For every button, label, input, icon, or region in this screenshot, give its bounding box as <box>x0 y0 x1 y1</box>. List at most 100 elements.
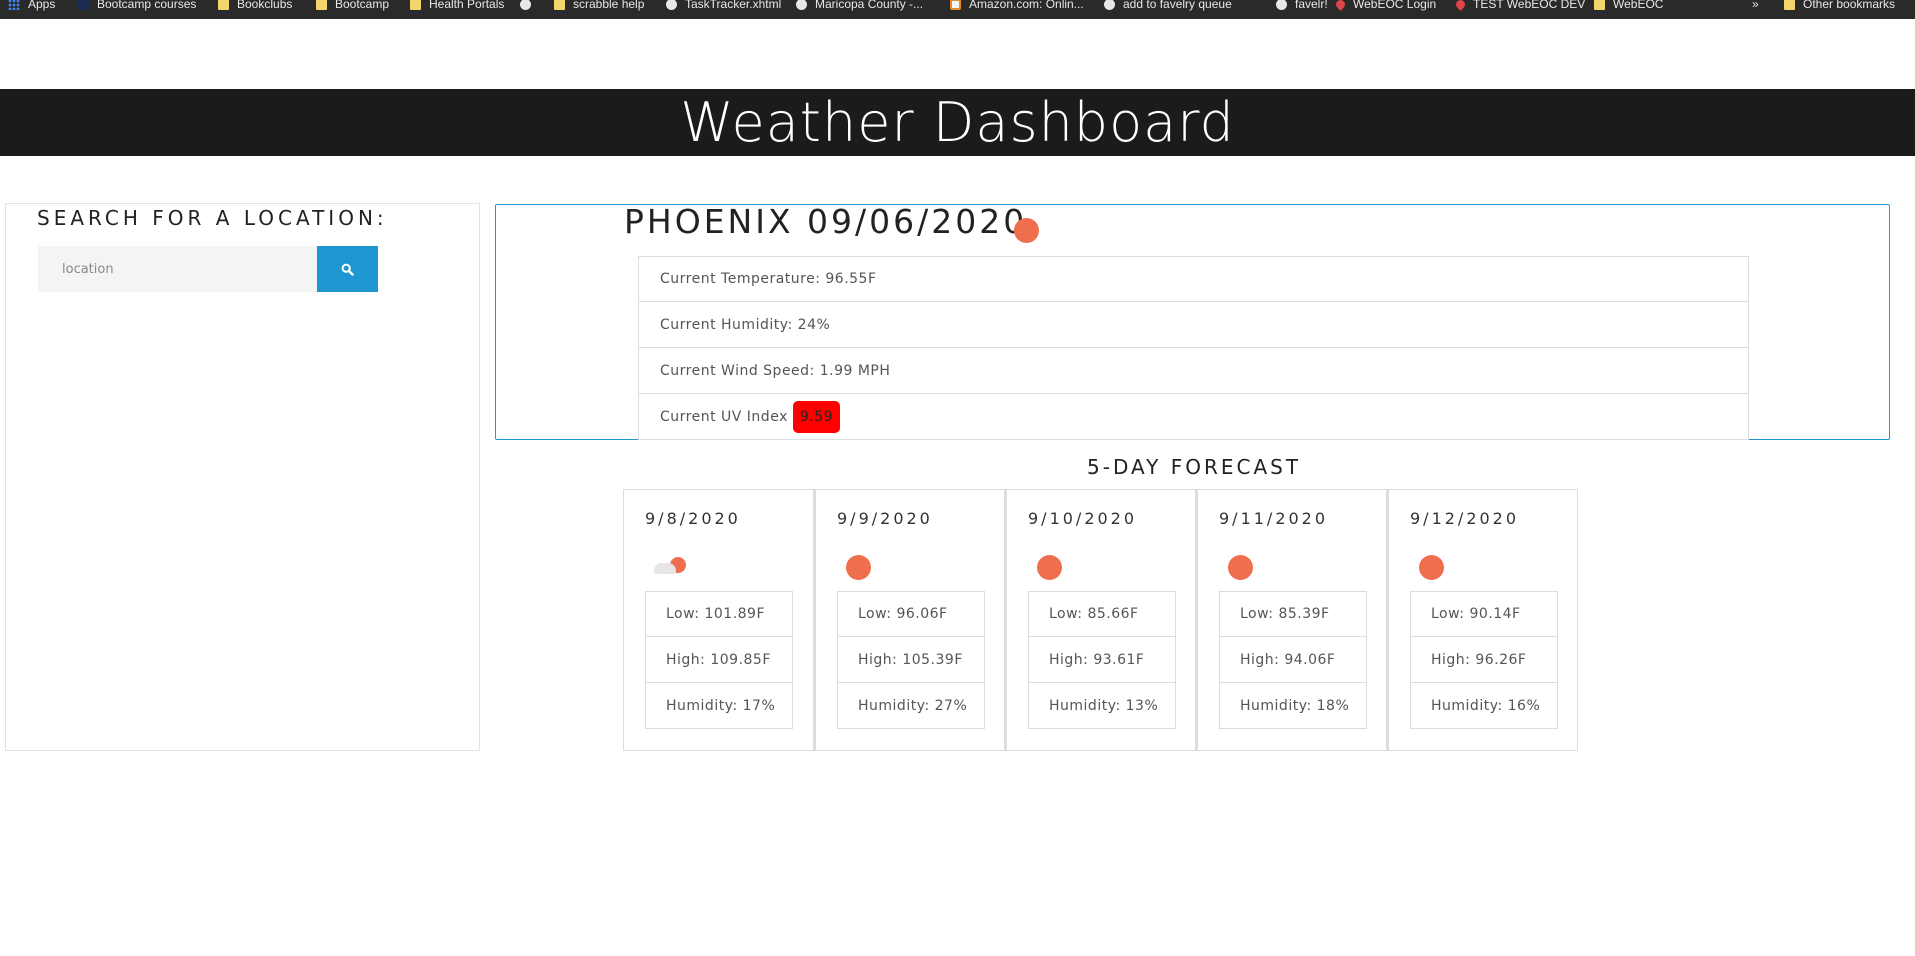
sun-icon <box>1419 555 1451 580</box>
bookmark-bookclubs[interactable]: Bookclubs <box>218 0 292 13</box>
forecast-card: 9/8/2020 Low: 101.89F High: 109.85F Humi… <box>623 489 814 751</box>
current-humidity-text: Current Humidity: 24% <box>660 316 831 333</box>
current-uv-index: Current UV Index 9.59 <box>638 394 1749 440</box>
current-wind-text: Current Wind Speed: 1.99 MPH <box>660 362 891 379</box>
current-temperature: Current Temperature: 96.55F <box>638 256 1749 302</box>
search-icon <box>341 263 354 276</box>
folder-icon <box>1784 0 1795 10</box>
page-header: Weather Dashboard <box>0 89 1915 156</box>
forecast-low: Low: 101.89F <box>645 591 793 637</box>
bookmark-label: Apps <box>28 0 56 11</box>
bookmark-label: WebEOC Login <box>1353 0 1437 11</box>
current-humidity: Current Humidity: 24% <box>638 302 1749 348</box>
folder-icon <box>410 0 421 10</box>
forecast-details: Low: 96.06F High: 105.39F Humidity: 27% <box>837 591 985 729</box>
forecast-card: 9/9/2020 Low: 96.06F High: 105.39F Humid… <box>814 489 1005 751</box>
bookmark-label: Bookclubs <box>237 0 293 11</box>
bookmark-label: favelr! <box>1295 0 1328 11</box>
bookmark-favelr[interactable]: favelr! <box>1276 0 1328 13</box>
forecast-card: 9/12/2020 Low: 90.14F High: 96.26F Humid… <box>1387 489 1578 751</box>
page-title: Weather Dashboard <box>680 91 1235 154</box>
bookmark-icon <box>78 0 89 10</box>
bookmark-scrabble-help[interactable]: scrabble help <box>554 0 644 13</box>
search-panel: SEARCH FOR A LOCATION: <box>5 203 480 751</box>
bookmark-label: scrabble help <box>573 0 645 11</box>
bookmark-tasktracker[interactable]: TaskTracker.xhtml <box>666 0 781 13</box>
forecast-date: 9/8/2020 <box>645 509 741 528</box>
forecast-humidity: Humidity: 17% <box>645 683 793 729</box>
bookmark-test-webeoc[interactable]: TEST WebEOC DEV <box>1454 0 1586 13</box>
forecast-card: 9/11/2020 Low: 85.39F High: 94.06F Humid… <box>1196 489 1387 751</box>
folder-icon <box>1594 0 1605 10</box>
search-heading: SEARCH FOR A LOCATION: <box>37 206 388 230</box>
bookmark-amazon[interactable]: Amazon.com: Onlin... <box>950 0 1084 13</box>
forecast-date: 9/10/2020 <box>1028 509 1138 528</box>
location-search-input[interactable] <box>38 246 317 292</box>
bookmark-maricopa[interactable]: Maricopa County -... <box>796 0 923 13</box>
globe-icon <box>1104 0 1115 10</box>
apps-grid-icon <box>8 0 20 10</box>
globe-icon <box>666 0 677 10</box>
bookmark-label: Amazon.com: Onlin... <box>969 0 1084 11</box>
forecast-high: High: 105.39F <box>837 637 985 683</box>
forecast-high: High: 94.06F <box>1219 637 1367 683</box>
bookmark-bootcamp-courses[interactable]: Bootcamp courses <box>78 0 196 13</box>
current-weather-panel: PHOENIX 09/06/2020 Current Temperature: … <box>495 202 1890 440</box>
forecast-high: High: 96.26F <box>1410 637 1558 683</box>
current-wind-speed: Current Wind Speed: 1.99 MPH <box>638 348 1749 394</box>
sun-icon <box>1037 555 1069 580</box>
sun-icon <box>846 555 878 580</box>
sun-icon <box>1014 218 1039 243</box>
forecast-card: 9/10/2020 Low: 85.66F High: 93.61F Humid… <box>1005 489 1196 751</box>
forecast-high: High: 109.85F <box>645 637 793 683</box>
forecast-low: Low: 90.14F <box>1410 591 1558 637</box>
bookmark-apps[interactable]: Apps <box>8 0 55 13</box>
forecast-humidity: Humidity: 27% <box>837 683 985 729</box>
bookmark-label: Bootcamp <box>335 0 390 11</box>
bookmarks-bar: Apps Bootcamp courses Bookclubs Bootcamp… <box>0 0 1915 19</box>
bookmark-health-portals[interactable]: Health Portals <box>410 0 504 13</box>
uv-label: Current UV Index <box>660 408 788 425</box>
forecast-date: 9/11/2020 <box>1219 509 1329 528</box>
folder-icon <box>218 0 229 10</box>
forecast-low: Low: 96.06F <box>837 591 985 637</box>
bookmark-webeoc-login[interactable]: WebEOC Login <box>1334 0 1437 13</box>
forecast-humidity: Humidity: 13% <box>1028 683 1176 729</box>
bookmarks-overflow-button[interactable]: » <box>1752 0 1759 13</box>
bookmark-other-bookmarks[interactable]: Other bookmarks <box>1784 0 1895 13</box>
search-button[interactable] <box>317 246 378 292</box>
forecast-humidity: Humidity: 18% <box>1219 683 1367 729</box>
bookmark-label: Other bookmarks <box>1803 0 1896 11</box>
current-temperature-text: Current Temperature: 96.55F <box>660 271 877 287</box>
forecast-date: 9/9/2020 <box>837 509 933 528</box>
bookmark-label: Bootcamp courses <box>97 0 197 11</box>
bookmark-favelry-queue[interactable]: add to favelry queue <box>1104 0 1232 13</box>
forecast-low: Low: 85.66F <box>1028 591 1176 637</box>
bookmark-globe[interactable] <box>520 0 539 13</box>
forecast-low: Low: 85.39F <box>1219 591 1367 637</box>
pin-icon <box>1334 0 1347 11</box>
chevron-double-right-icon: » <box>1752 0 1759 11</box>
bookmark-bootcamp[interactable]: Bootcamp <box>316 0 389 13</box>
bookmark-webeoc[interactable]: WebEOC <box>1594 0 1663 13</box>
amazon-icon <box>950 0 961 10</box>
bookmark-label: TaskTracker.xhtml <box>685 0 782 11</box>
current-weather-list: Current Temperature: 96.55F Current Humi… <box>638 256 1749 440</box>
forecast-date: 9/12/2020 <box>1410 509 1520 528</box>
uv-index-badge: 9.59 <box>792 400 841 433</box>
forecast-details: Low: 85.66F High: 93.61F Humidity: 13% <box>1028 591 1176 729</box>
partly-cloudy-icon <box>654 555 686 579</box>
forecast-cards: 9/8/2020 Low: 101.89F High: 109.85F Humi… <box>623 489 1578 751</box>
bookmark-label: WebEOC <box>1613 0 1664 11</box>
sun-icon <box>1228 555 1260 580</box>
folder-icon <box>316 0 327 10</box>
forecast-humidity: Humidity: 16% <box>1410 683 1558 729</box>
globe-icon <box>1276 0 1287 10</box>
bookmark-label: TEST WebEOC DEV <box>1473 0 1586 11</box>
forecast-details: Low: 101.89F High: 109.85F Humidity: 17% <box>645 591 793 729</box>
pin-icon <box>1454 0 1467 11</box>
forecast-details: Low: 85.39F High: 94.06F Humidity: 18% <box>1219 591 1367 729</box>
current-city-date: PHOENIX 09/06/2020 <box>624 202 1028 241</box>
globe-icon <box>520 0 531 10</box>
forecast-high: High: 93.61F <box>1028 637 1176 683</box>
